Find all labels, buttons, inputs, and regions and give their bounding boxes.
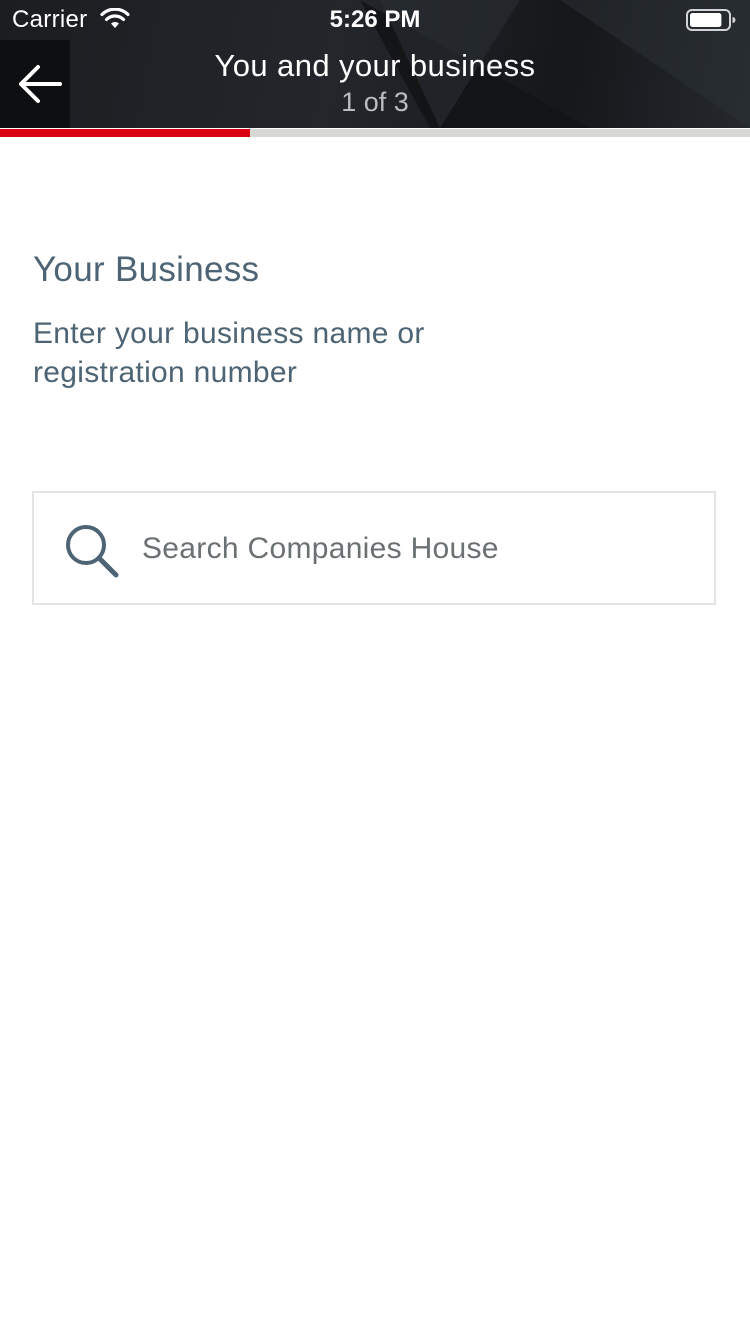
section-description: Enter your business name or registration… (33, 317, 425, 389)
progress-bar-fill (0, 129, 250, 137)
search-box[interactable] (32, 491, 716, 605)
screen: Carrier 5:26 PM You and your business 1 … (0, 0, 750, 1334)
progress-bar (0, 129, 750, 137)
status-bar: Carrier 5:26 PM (0, 0, 750, 40)
step-indicator: 1 of 3 (341, 87, 409, 117)
search-input[interactable] (142, 513, 702, 585)
status-time: 5:26 PM (329, 6, 421, 33)
search-icon (66, 525, 119, 578)
page-title: You and your business (214, 48, 536, 83)
header: Carrier 5:26 PM You and your business 1 … (0, 0, 750, 128)
section-title: Your Business (33, 250, 260, 289)
battery-icon (686, 9, 736, 31)
